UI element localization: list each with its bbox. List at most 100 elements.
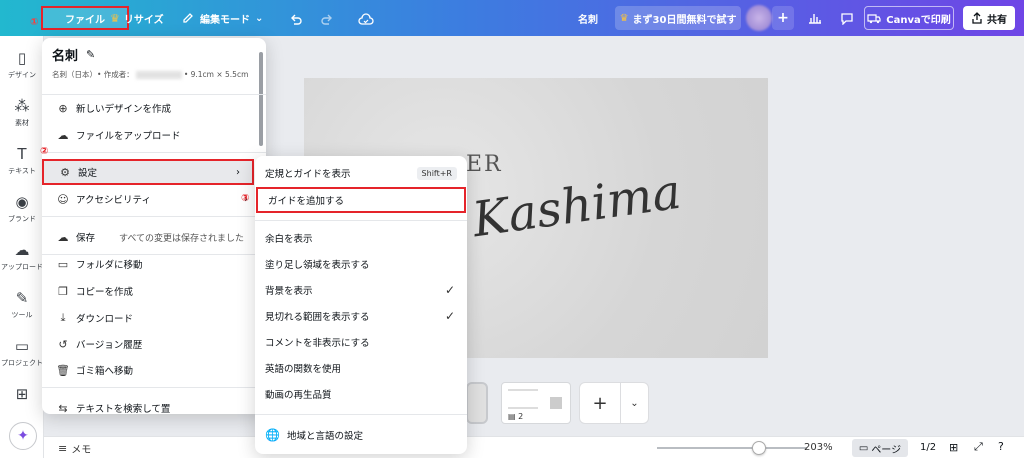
crown-icon: ♛ [110, 11, 120, 25]
page-view-label: ページ [871, 444, 902, 456]
page-thumbnail-1[interactable] [466, 382, 488, 424]
menu-item-label: 保存 [76, 233, 96, 244]
blurred-author [135, 71, 182, 79]
submenu-item-show-cropped[interactable]: 見切れる範囲を表示する ✓ [255, 303, 467, 329]
rail-item-design[interactable]: ▯ デザイン [0, 48, 44, 92]
grid-view-icon[interactable]: ⊞ [949, 441, 958, 454]
left-rail: ▯ デザイン ⁂ 素材 T テキスト ◉ ブランド ☁ アップロード ✎ ツール… [0, 36, 44, 458]
folder-icon: ▭ [57, 257, 69, 271]
menu-item-find-replace[interactable]: ⇆ テキストを検索して置 [42, 395, 260, 415]
rail-item-brand[interactable]: ◉ ブランド [0, 192, 44, 236]
submenu-item-region-language[interactable]: 🌐 地域と言語の設定 [255, 422, 467, 448]
thumbnail-preview [508, 389, 538, 409]
comment-icon[interactable] [835, 6, 859, 30]
redo-button[interactable] [320, 8, 334, 32]
file-menu-subtitle: 名刺（日本）• 作成者： • 9.1cm × 5.5cm [52, 69, 248, 80]
submenu-label: 塗り足し領域を表示する [265, 260, 370, 271]
submenu-item-video-quality[interactable]: 動画の再生品質 [255, 381, 467, 407]
gear-icon: ⚙ [60, 165, 70, 179]
chevron-down-icon[interactable]: ⌄ [621, 382, 649, 424]
print-button[interactable]: Canvaで印刷 [864, 6, 954, 30]
submenu-item-show-bleed[interactable]: 塗り足し領域を表示する [255, 251, 467, 277]
fullscreen-icon[interactable]: ⤢ [974, 440, 983, 454]
step1-marker: ① [30, 16, 39, 28]
submenu-label: 背景を表示 [265, 286, 313, 297]
menu-item-download[interactable]: ⤓ ダウンロード [42, 305, 260, 331]
rail-label: 素材 [15, 119, 29, 127]
menu-item-accessibility[interactable]: ☺ アクセシビリティ › [42, 186, 260, 212]
submenu-label: 地域と言語の設定 [287, 431, 364, 442]
divider [255, 220, 467, 221]
print-label: Canvaで印刷 [886, 14, 951, 26]
page-thumbnail-2[interactable]: ▤ 2 [501, 382, 571, 424]
magic-sparkle-button[interactable]: ✦ [9, 422, 37, 450]
rail-label: デザイン [8, 71, 36, 79]
share-icon [972, 12, 982, 24]
file-menu-title[interactable]: 名刺 ✎ [52, 45, 95, 64]
copy-icon: ❐ [58, 284, 68, 298]
submenu-item-add-guide[interactable]: ガイドを追加する [256, 187, 466, 213]
tools-icon: ✎ [15, 289, 29, 307]
share-button[interactable]: 共有 [963, 6, 1015, 30]
menu-item-save[interactable]: ☁ 保存 すべての変更は保存されました [42, 224, 260, 250]
zoom-level[interactable]: 203% [804, 442, 833, 453]
submenu-label: 動画の再生品質 [265, 390, 332, 401]
zoom-slider-handle[interactable] [752, 441, 766, 455]
trial-button[interactable]: ♛ まず30日間無料で試す [615, 6, 741, 30]
menu-item-trash[interactable]: 🗑 ゴミ箱へ移動 [42, 357, 260, 383]
elements-icon: ⁂ [14, 97, 30, 115]
page-view-button[interactable]: ▭ ページ [852, 439, 908, 457]
menu-item-upload-file[interactable]: ☁ ファイルをアップロード [42, 122, 260, 148]
add-page-button[interactable]: + [579, 382, 621, 424]
insights-icon[interactable] [803, 6, 827, 30]
step3-marker: ③ [241, 193, 250, 204]
rail-label: アップロード [1, 263, 43, 271]
document-name[interactable]: 名刺 [578, 6, 598, 30]
submenu-item-rulers-guides[interactable]: 定規とガイドを表示 Shift+R [255, 160, 467, 186]
avatar[interactable] [746, 5, 772, 31]
redo-icon [321, 14, 332, 25]
menu-item-new-design[interactable]: ⊕ 新しいデザインを作成 [42, 95, 260, 121]
submenu-label: 英語の関数を使用 [265, 364, 342, 375]
submenu-item-english-functions[interactable]: 英語の関数を使用 [255, 355, 467, 381]
pencil-icon[interactable]: ✎ [86, 48, 95, 61]
checkmark-icon: ✓ [444, 283, 455, 297]
undo-button[interactable] [289, 8, 303, 32]
menu-icon[interactable] [14, 12, 30, 24]
submenu-item-show-background[interactable]: 背景を表示 ✓ [255, 277, 467, 303]
save-status: すべての変更は保存されました [119, 233, 245, 244]
page-icon: ▤ [508, 412, 516, 421]
design-icon: ▯ [17, 49, 27, 67]
rail-item-text[interactable]: T テキスト [0, 144, 44, 188]
cloud-saved-icon[interactable] [358, 8, 374, 32]
rail-item-elements[interactable]: ⁂ 素材 [0, 96, 44, 140]
menu-item-settings[interactable]: ⚙ 設定 › [42, 159, 254, 185]
submenu-label: 余白を表示 [265, 234, 313, 245]
resize-button[interactable]: ♛ リサイズ [110, 6, 164, 30]
trash-icon: 🗑 [56, 363, 70, 377]
zoom-slider[interactable] [657, 447, 807, 449]
add-collaborator-button[interactable]: + [772, 6, 794, 30]
menu-item-version-history[interactable]: ↺ バージョン履歴 [42, 331, 260, 357]
search-replace-icon: ⇆ [58, 401, 68, 415]
rail-label: ブランド [8, 215, 36, 223]
checkmark-icon: ✓ [444, 309, 455, 323]
notes-button[interactable]: ≡ メモ [58, 441, 91, 456]
edit-mode-button[interactable]: 編集モード ⌄ [182, 6, 263, 30]
notes-label: メモ [71, 445, 92, 456]
help-icon[interactable]: ? [998, 440, 1004, 453]
page-number: ▤ 2 [508, 412, 523, 421]
submenu-item-hide-comments[interactable]: コメントを非表示にする [255, 329, 467, 355]
chevron-down-icon: ⌄ [255, 12, 264, 24]
brand-icon: ◉ [15, 193, 29, 211]
menu-item-copy[interactable]: ❐ コピーを作成 [42, 278, 260, 304]
rail-item-projects[interactable]: ▭ プロジェクト [0, 336, 44, 380]
rail-label: ツール [11, 311, 33, 319]
rail-item-tools[interactable]: ✎ ツール [0, 288, 44, 332]
rail-item-upload[interactable]: ☁ アップロード [0, 240, 44, 284]
chevron-right-icon: › [236, 166, 240, 178]
bottom-bar: ≡ メモ 203% ▭ ページ 1/2 ⊞ ⤢ ? [44, 436, 1024, 458]
submenu-item-show-margins[interactable]: 余白を表示 [255, 225, 467, 251]
menu-item-move-folder[interactable]: ▭ フォルダに移動 [42, 251, 260, 277]
card-title-text[interactable]: ER [466, 152, 503, 177]
